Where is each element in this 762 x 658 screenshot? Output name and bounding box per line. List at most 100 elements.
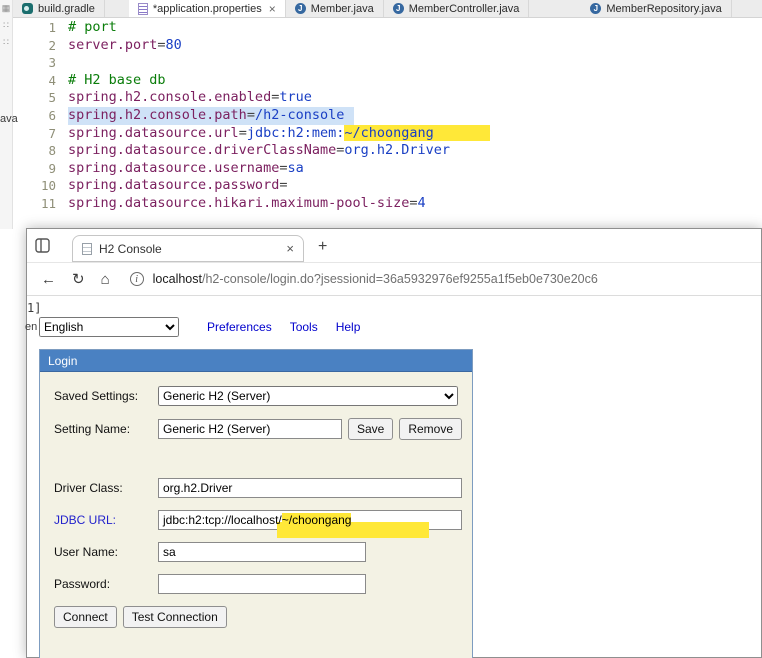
jdbc-url-highlighted-value: ~/choongang xyxy=(281,513,352,527)
password-row: Password: xyxy=(54,574,462,594)
login-form: Saved Settings: Generic H2 (Server) Sett… xyxy=(40,372,472,658)
property-key: spring.datasource.password xyxy=(68,177,280,194)
user-name-label: User Name: xyxy=(54,545,119,559)
grid-icon[interactable]: ▦ xyxy=(2,3,11,14)
browser-window: H2 Console × + ← ↻ ⌂ i localhost/h2-cons… xyxy=(26,228,762,658)
close-icon[interactable]: × xyxy=(269,3,276,15)
jdbc-url-label: JDBC URL: xyxy=(54,513,117,527)
site-info-icon[interactable]: i xyxy=(129,272,144,286)
url-host: localhost xyxy=(152,272,202,286)
driver-class-label: Driver Class: xyxy=(54,481,123,495)
code-line: 3 xyxy=(13,54,762,72)
properties-editor[interactable]: 1 # port 2 server.port=80 3 4 # H2 base … xyxy=(13,19,762,229)
tab-label: build.gradle xyxy=(38,2,95,15)
property-key: spring.datasource.username xyxy=(68,159,280,176)
jdbc-url-row: JDBC URL: jdbc:h2:tcp://localhost/~/choo… xyxy=(54,510,462,538)
url-path: /h2-console/login.do?jsessionid=36a59329… xyxy=(201,272,598,286)
user-name-input[interactable] xyxy=(158,542,366,562)
line-number: 8 xyxy=(48,143,56,159)
property-key: spring.datasource.driverClassName xyxy=(68,142,337,159)
setting-name-input[interactable] xyxy=(158,419,342,439)
page-favicon-icon xyxy=(82,242,92,255)
tab-build-gradle[interactable]: build.gradle xyxy=(13,0,105,17)
tools-link[interactable]: Tools xyxy=(290,320,318,334)
tab-application-properties[interactable]: *application.properties × xyxy=(128,0,286,17)
page-toolbar: English Preferences Tools Help xyxy=(39,317,761,337)
home-icon[interactable]: ⌂ xyxy=(101,272,110,287)
java-class-icon: J xyxy=(294,3,306,14)
line-number: 1 xyxy=(48,20,56,35)
code-line: 4 # H2 base db xyxy=(13,72,762,90)
line-number: 7 xyxy=(48,125,56,141)
drag-dots-icon: ∷ xyxy=(3,20,9,30)
back-arrow-icon[interactable]: ← xyxy=(41,272,56,287)
property-value: true xyxy=(279,89,312,106)
setting-name-label: Setting Name: xyxy=(54,422,131,436)
password-input[interactable] xyxy=(158,574,366,594)
equals-sign: = xyxy=(246,106,255,123)
property-key: server.port xyxy=(68,36,158,53)
code-line: 1 # port xyxy=(13,19,762,37)
property-value: /h2-console xyxy=(254,106,345,123)
code-line: 9 spring.datasource.username=sa xyxy=(13,160,762,178)
screenshot-canvas: ▦ ∷ ∷ build.gradle *application.properti… xyxy=(0,0,762,658)
comment-text: # H2 base db xyxy=(68,71,166,88)
password-label: Password: xyxy=(54,577,111,591)
remove-button[interactable]: Remove xyxy=(399,418,462,440)
tab-member-java[interactable]: J Member.java xyxy=(286,0,384,17)
tab-spacer xyxy=(105,0,129,17)
ide-text-fragment: 1] xyxy=(27,301,42,315)
browser-tab-title: H2 Console xyxy=(99,241,162,256)
line-number: 5 xyxy=(48,90,56,106)
driver-class-row: Driver Class: xyxy=(54,478,462,498)
equals-sign: = xyxy=(157,36,166,53)
code-line: 8 spring.datasource.driverClassName=org.… xyxy=(13,142,762,160)
test-connection-button[interactable]: Test Connection xyxy=(122,606,227,628)
driver-class-input[interactable] xyxy=(158,478,462,498)
code-line: 7 spring.datasource.url=jdbc:h2:mem:~/ch… xyxy=(13,124,762,143)
property-key: spring.h2.console.path xyxy=(68,106,247,123)
code-line: 6 spring.h2.console.path=/h2-console xyxy=(13,106,762,125)
refresh-icon[interactable]: ↻ xyxy=(72,272,85,287)
setting-name-row: Setting Name: Save Remove xyxy=(54,418,462,440)
address-bar[interactable]: i localhost/h2-console/login.do?jsession… xyxy=(129,272,747,286)
save-button[interactable]: Save xyxy=(347,418,394,440)
new-tab-button[interactable]: + xyxy=(318,238,327,256)
tab-label: MemberController.java xyxy=(408,2,520,15)
line-number: 3 xyxy=(48,55,56,71)
property-value: org.h2.Driver xyxy=(344,142,451,159)
connect-button[interactable]: Connect xyxy=(54,606,117,628)
h2-console-page: English Preferences Tools Help Login Sav… xyxy=(27,297,761,658)
highlighted-value: ~/choongang xyxy=(344,124,490,141)
property-key: spring.h2.console.enabled xyxy=(68,89,272,106)
tab-membercontroller-java[interactable]: J MemberController.java xyxy=(384,0,530,17)
code-line: 2 server.port=80 xyxy=(13,37,762,55)
user-name-row: User Name: xyxy=(54,542,462,562)
language-select[interactable]: English xyxy=(39,317,179,337)
property-value: jdbc:h2:mem: xyxy=(246,124,345,141)
tab-mosaic-icon[interactable] xyxy=(35,238,50,253)
login-panel-header: Login xyxy=(40,350,472,372)
property-value: 80 xyxy=(165,36,182,53)
property-key: spring.datasource.hikari.maximum-pool-si… xyxy=(68,194,410,211)
saved-settings-label: Saved Settings: xyxy=(54,389,139,403)
ide-text-fragment: ava xyxy=(0,113,18,125)
tab-label: Member.java xyxy=(310,2,374,15)
browser-tab-h2-console[interactable]: H2 Console × xyxy=(72,235,304,262)
java-class-icon: J xyxy=(590,3,602,14)
tab-label: *application.properties xyxy=(152,2,262,15)
saved-settings-select[interactable]: Generic H2 (Server) xyxy=(158,386,458,406)
java-class-icon: J xyxy=(392,3,404,14)
tab-memberrepository-java[interactable]: J MemberRepository.java xyxy=(581,0,732,17)
preferences-link[interactable]: Preferences xyxy=(207,320,272,334)
jdbc-url-input[interactable]: jdbc:h2:tcp://localhost/~/choongang xyxy=(158,510,462,538)
line-number: 6 xyxy=(48,107,56,123)
login-panel: Login Saved Settings: Generic H2 (Server… xyxy=(39,349,473,658)
equals-sign: = xyxy=(238,124,247,141)
help-link[interactable]: Help xyxy=(336,320,361,334)
tab-spacer xyxy=(529,0,581,17)
login-buttons-row: Connect Test Connection xyxy=(54,606,462,628)
browser-titlebar: H2 Console × + xyxy=(27,229,761,263)
line-number: 9 xyxy=(48,160,56,176)
close-icon[interactable]: × xyxy=(286,241,294,256)
